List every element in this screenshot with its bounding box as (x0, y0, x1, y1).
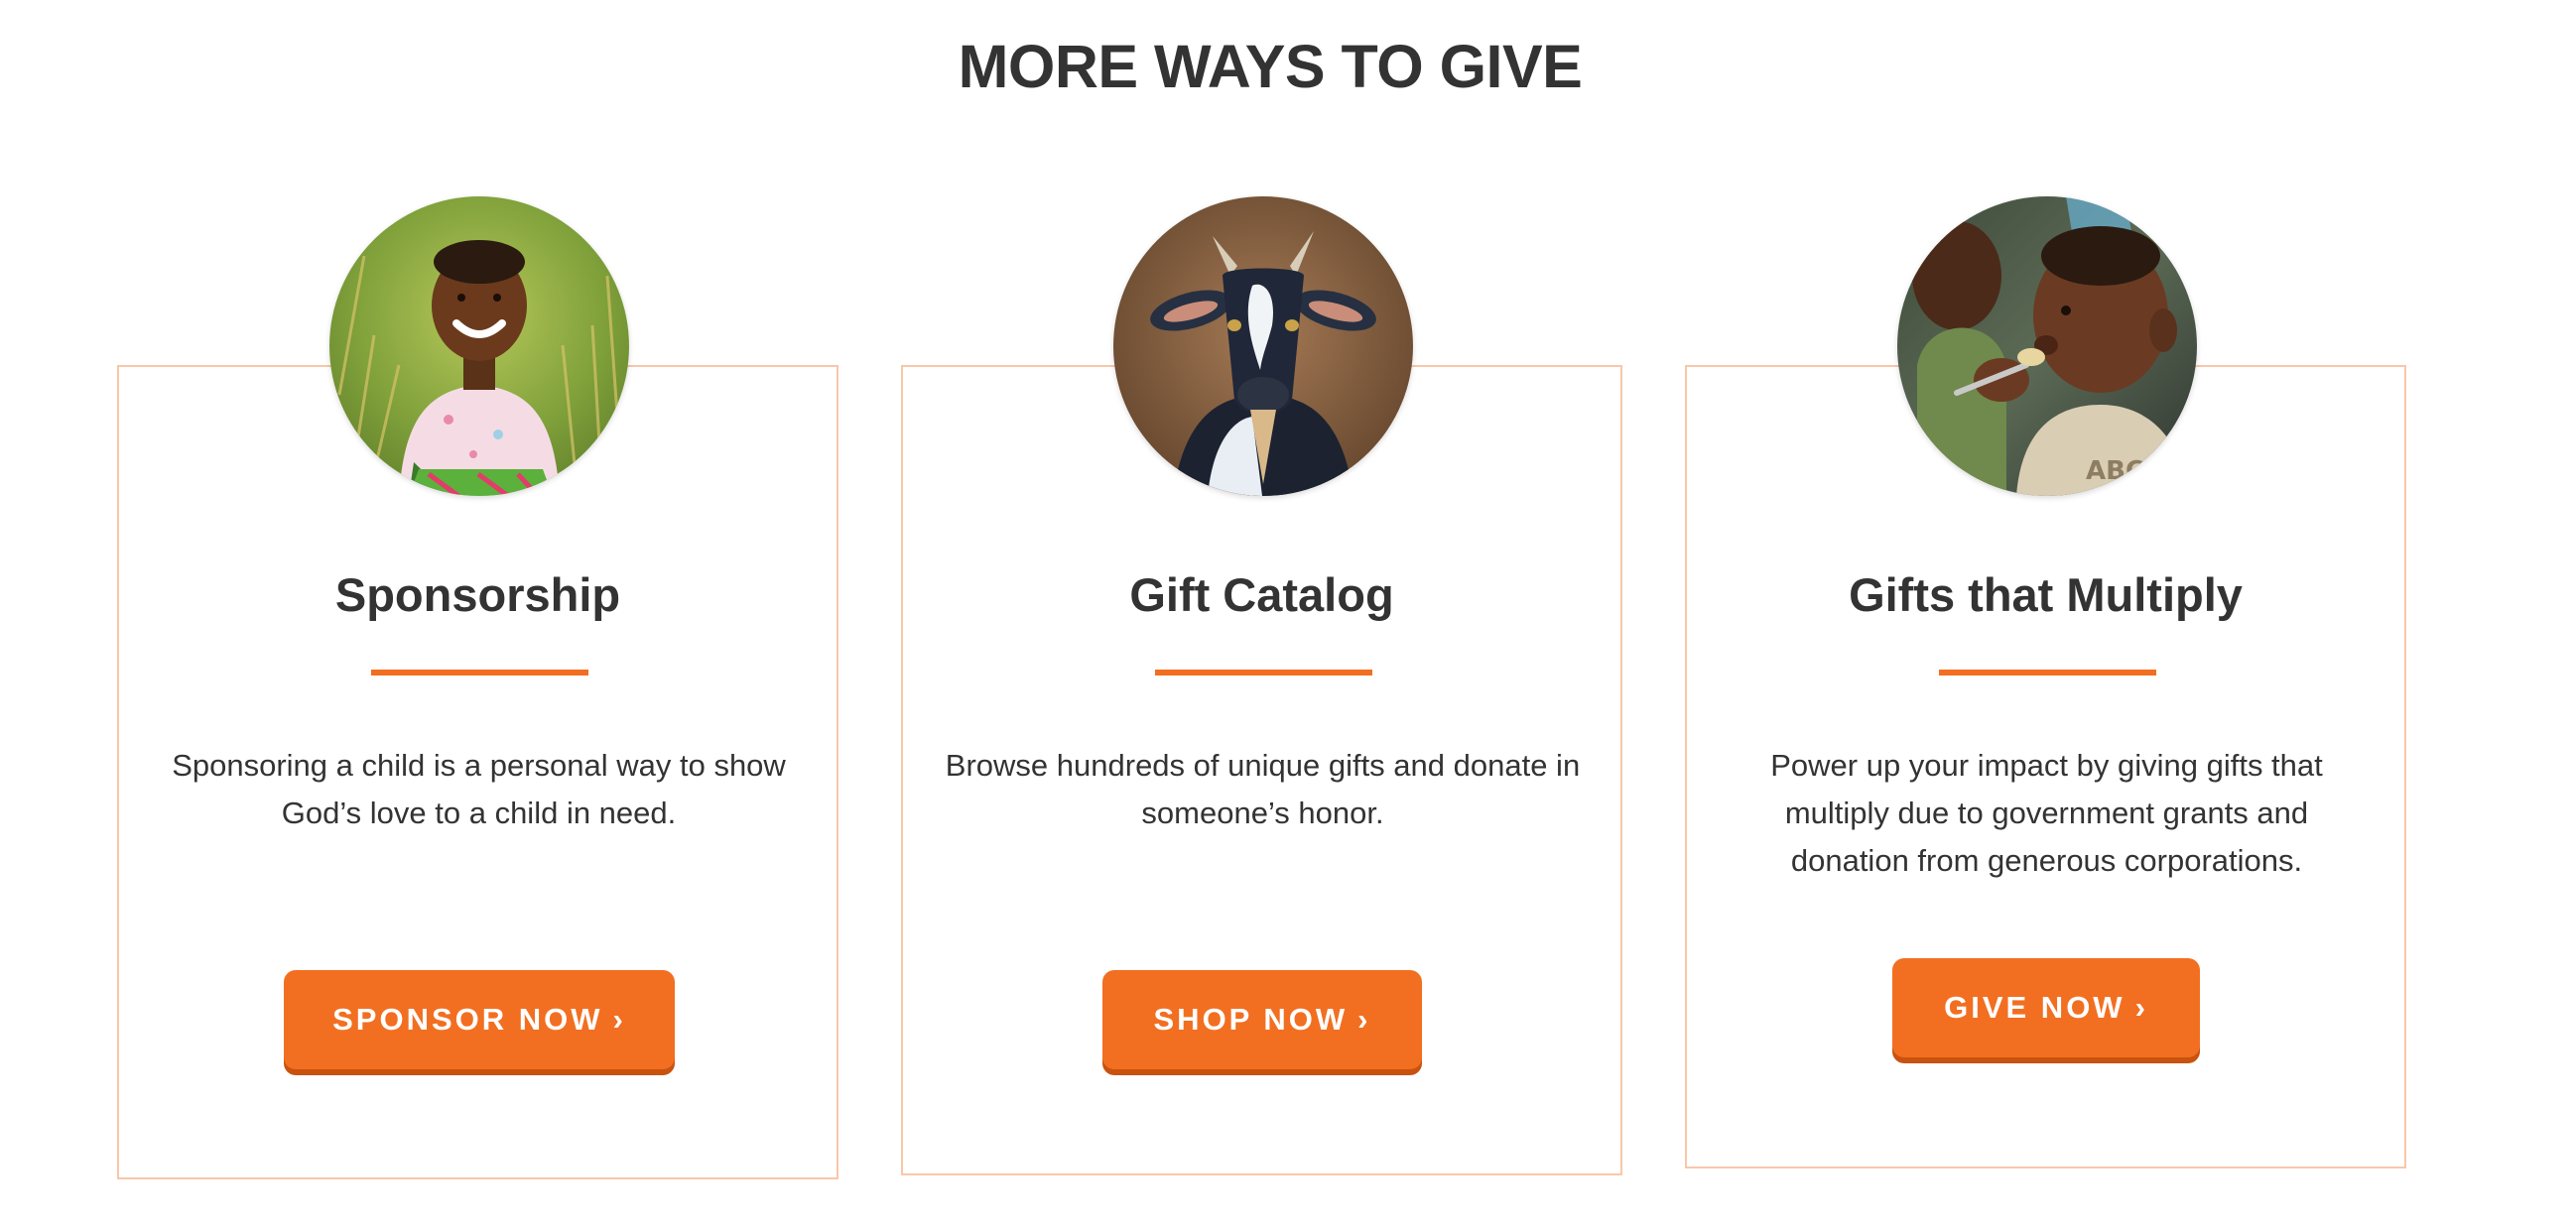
card-title: Gifts that Multiply (1849, 568, 2243, 621)
section-title: MORE WAYS TO GIVE (958, 33, 1583, 100)
card-title: Gift Catalog (1129, 568, 1394, 621)
card-description: Power up your impact by giving gifts tha… (1770, 748, 2323, 878)
chevron-right-icon: › (2134, 990, 2148, 1025)
child-eating-portrait-image: ABC (1897, 196, 2197, 496)
goat-portrait-image (1113, 196, 1413, 496)
button-label: SHOP NOW (1153, 1002, 1349, 1037)
card-description: Sponsoring a child is a personal way to … (172, 748, 786, 830)
chevron-right-icon: › (1357, 1002, 1371, 1037)
child-portrait-image (329, 196, 629, 496)
title-divider (1939, 670, 2156, 675)
chevron-right-icon: › (612, 1002, 626, 1037)
title-divider (1155, 670, 1372, 675)
card-title: Sponsorship (334, 568, 621, 621)
sponsor-now-button[interactable]: SPONSOR NOW › (284, 970, 675, 1069)
give-now-button[interactable]: GIVE NOW › (1892, 958, 2200, 1057)
button-label: SPONSOR NOW (332, 1002, 603, 1037)
button-label: GIVE NOW (1944, 990, 2125, 1025)
title-divider (371, 670, 588, 675)
shop-now-button[interactable]: SHOP NOW › (1102, 970, 1422, 1069)
card-description: Browse hundreds of unique gifts and dona… (945, 748, 1581, 830)
